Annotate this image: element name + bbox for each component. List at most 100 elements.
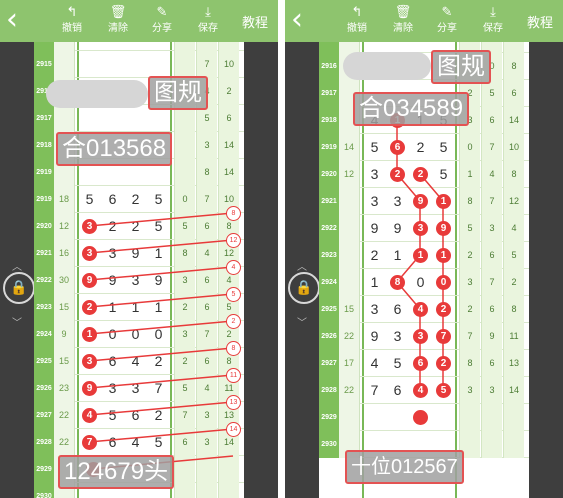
marked-digit[interactable]: 9 [436,221,451,236]
stat-cell[interactable]: 0 [174,186,195,213]
stat-cell[interactable]: 3 [174,267,195,294]
issue-number[interactable]: 2926 [34,375,54,402]
marked-digit[interactable] [413,410,428,425]
issue-number[interactable]: 2914 [34,42,54,51]
sum-cell[interactable]: 15 [54,348,75,375]
digit-cell[interactable]: 4 [124,348,147,375]
digit-cell[interactable]: 1 [124,294,147,321]
marked-stat[interactable]: 14 [226,422,241,437]
stat-cell[interactable]: 3 [481,215,502,242]
stat-cell[interactable]: 6 [174,429,195,456]
sum-cell[interactable]: 12 [54,213,75,240]
digit-cell[interactable]: 9 [124,42,147,51]
sum-cell[interactable]: 15 [339,296,360,323]
stat-cell[interactable]: 6 [481,296,502,323]
digit-cell[interactable] [124,51,147,78]
digit-cell[interactable]: 9 [101,267,124,294]
issue-number[interactable]: 2918 [34,132,54,159]
stat-cell[interactable]: 4 [196,240,217,267]
marked-digit[interactable]: 4 [413,383,428,398]
digit-cell[interactable]: 9 [363,215,386,242]
marked-digit[interactable]: 3 [413,221,428,236]
stat-cell[interactable]: 6 [481,107,502,134]
stat-cell[interactable]: 8 [459,188,480,215]
marked-digit[interactable]: 1 [82,327,97,342]
digit-cell[interactable]: 3 [124,267,147,294]
issue-number[interactable]: 2929 [319,404,339,431]
issue-number[interactable]: 2921 [319,188,339,215]
undo-button[interactable]: ↰ 撤销 [339,4,375,40]
digit-cell[interactable]: 0 [101,321,124,348]
marked-stat[interactable]: 13 [226,395,241,410]
issue-number[interactable]: 2920 [319,161,339,188]
lock-icon[interactable]: 🔒 [3,272,35,304]
stat-cell[interactable] [174,132,195,159]
stat-cell[interactable]: 3 [196,132,217,159]
stat-cell[interactable] [481,404,502,431]
stat-cell[interactable]: 14 [503,107,524,134]
stat-cell[interactable] [196,456,217,483]
sum-cell[interactable]: 18 [54,186,75,213]
stat-cell[interactable]: 14 [218,159,239,186]
issue-number[interactable]: 2927 [34,402,54,429]
sum-cell[interactable]: 30 [54,267,75,294]
trend-grid[interactable]: 2914164991348291571029164229175629183142… [34,42,244,498]
issue-number[interactable]: 2917 [34,105,54,132]
stat-cell[interactable]: 8 [174,240,195,267]
stat-cell[interactable] [174,456,195,483]
marked-digit[interactable]: 1 [436,194,451,209]
sum-cell[interactable] [339,404,360,431]
marked-digit[interactable]: 4 [413,302,428,317]
digit-cell[interactable]: 3 [363,188,386,215]
digit-cell[interactable]: 3 [124,375,147,402]
stat-cell[interactable] [218,483,239,498]
marked-stat[interactable]: 2 [226,314,241,329]
issue-number[interactable]: 2915 [319,42,339,53]
marked-digit[interactable]: 1 [413,248,428,263]
stat-cell[interactable]: 1 [459,161,480,188]
marked-digit[interactable]: 3 [413,329,428,344]
sum-cell[interactable]: 15 [54,294,75,321]
stat-cell[interactable]: 2 [218,78,239,105]
digit-cell[interactable]: 1 [386,242,409,269]
sum-cell[interactable]: 22 [54,402,75,429]
digit-cell[interactable]: 2 [147,348,170,375]
digit-cell[interactable] [363,404,386,431]
stat-cell[interactable]: 8 [459,350,480,377]
tutorial-button[interactable]: 教程 [242,12,268,31]
issue-number[interactable]: 2924 [34,321,54,348]
issue-number[interactable]: 2925 [319,296,339,323]
digit-cell[interactable]: 9 [363,323,386,350]
digit-cell[interactable]: 2 [124,213,147,240]
digit-cell[interactable]: 6 [101,429,124,456]
stat-cell[interactable]: 10 [218,51,239,78]
digit-cell[interactable]: 6 [101,348,124,375]
marked-digit[interactable]: 4 [82,408,97,423]
stat-cell[interactable]: 6 [481,242,502,269]
marked-digit[interactable]: 9 [82,381,97,396]
stat-cell[interactable]: 2 [174,294,195,321]
digit-cell[interactable]: 1 [147,294,170,321]
digit-cell[interactable]: 9 [101,42,124,51]
issue-number[interactable]: 2925 [34,348,54,375]
stat-cell[interactable]: 3 [503,42,524,53]
stat-cell[interactable]: 6 [218,105,239,132]
sum-cell[interactable]: 9 [54,321,75,348]
marked-digit[interactable]: 7 [82,435,97,450]
digit-cell[interactable] [78,105,101,132]
lock-icon[interactable]: 🔒 [288,272,320,304]
digit-cell[interactable]: 6 [386,377,409,404]
digit-cell[interactable] [78,51,101,78]
marked-digit[interactable]: 8 [390,275,405,290]
digit-cell[interactable]: 3 [101,240,124,267]
sum-cell[interactable]: 16 [54,240,75,267]
marked-digit[interactable]: 7 [436,329,451,344]
stat-cell[interactable]: 4 [196,375,217,402]
marked-stat[interactable]: 5 [226,287,241,302]
sum-cell[interactable] [339,242,360,269]
issue-number[interactable]: 2919 [34,159,54,186]
digit-cell[interactable]: 2 [101,213,124,240]
stat-cell[interactable] [481,431,502,458]
issue-number[interactable]: 2926 [319,323,339,350]
digit-cell[interactable]: 5 [363,134,386,161]
